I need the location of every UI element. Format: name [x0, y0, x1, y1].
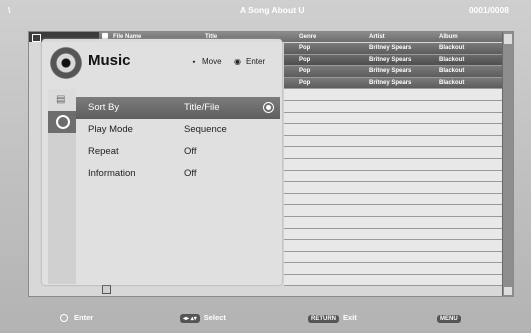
library-icon: ▤	[56, 94, 66, 105]
option-value: Title/File	[184, 102, 220, 113]
scroll-down-arrow-icon[interactable]	[504, 287, 512, 295]
table-row[interactable]	[284, 89, 503, 101]
row-genre: Pop	[299, 79, 311, 86]
table-row[interactable]	[284, 228, 503, 241]
table-row[interactable]	[284, 100, 503, 113]
menu-header: Music ⬩ Move ◉ Enter	[42, 39, 282, 87]
row-artist: Britney Spears	[369, 68, 412, 75]
header-album[interactable]: Album	[439, 34, 458, 40]
row-genre: Pop	[299, 56, 311, 63]
arrows-key-icon: ◂▸ ▴▾	[180, 314, 200, 323]
scroll-down-icon[interactable]	[102, 285, 111, 294]
footer-exit: RETURN Exit	[308, 313, 357, 323]
option-label: Repeat	[88, 146, 119, 157]
row-artist: Britney Spears	[369, 45, 412, 51]
table-row[interactable]	[284, 251, 503, 264]
top-bar: \ A Song About U 0001/0008	[0, 0, 531, 20]
menu-category-tabs: ▤	[48, 89, 76, 284]
screen: \ A Song About U 0001/0008 File Name Tit…	[0, 0, 531, 333]
menu-options: Sort By Title/File Play Mode Sequence Re…	[76, 97, 280, 185]
footer-enter-label: Enter	[74, 313, 94, 322]
table-row[interactable]: Pop Britney Spears Blackout	[284, 77, 503, 90]
option-sort-by[interactable]: Sort By Title/File	[76, 97, 280, 119]
table-row[interactable]	[284, 193, 503, 206]
track-rows: Pop Britney Spears Blackout Pop Britney …	[284, 43, 503, 287]
current-path: \	[8, 5, 11, 15]
scrollbar[interactable]	[502, 32, 513, 296]
option-play-mode[interactable]: Play Mode Sequence	[76, 119, 280, 141]
music-disc-icon	[50, 47, 82, 79]
footer-select: ◂▸ ▴▾ Select	[180, 313, 226, 323]
row-album: Blackout	[439, 68, 465, 75]
row-artist: Britney Spears	[369, 79, 412, 86]
option-repeat[interactable]: Repeat Off	[76, 141, 280, 163]
selected-radio-icon	[263, 102, 274, 113]
table-row[interactable]: Pop Britney Spears Blackout	[284, 66, 503, 78]
table-row[interactable]	[284, 263, 503, 275]
option-value: Sequence	[184, 124, 227, 135]
option-value: Off	[184, 146, 197, 157]
menu-title: Music	[88, 52, 131, 69]
row-artist: Britney Spears	[369, 56, 412, 63]
header-genre[interactable]: Genre	[299, 34, 316, 40]
row-genre: Pop	[299, 45, 311, 51]
track-counter: 0001/0008	[468, 5, 509, 15]
footer-hints: Enter ◂▸ ▴▾ Select RETURN Exit MENU	[0, 305, 531, 327]
scroll-up-arrow-icon[interactable]	[504, 34, 512, 44]
table-row[interactable]	[284, 147, 503, 159]
enter-button-icon: ◉	[234, 57, 241, 66]
move-hint: ⬩ Move	[189, 57, 222, 67]
table-row[interactable]	[284, 170, 503, 183]
table-row[interactable]: Pop Britney Spears Blackout	[284, 54, 503, 67]
option-information[interactable]: Information Off	[76, 163, 280, 185]
table-row[interactable]	[284, 124, 503, 136]
move-arrows-icon: ⬩	[192, 57, 196, 66]
footer-select-label: Select	[203, 313, 226, 322]
enter-label: Enter	[245, 57, 266, 66]
option-label: Sort By	[88, 102, 120, 113]
header-artist[interactable]: Artist	[369, 34, 385, 40]
table-row[interactable]	[284, 205, 503, 217]
row-album: Blackout	[439, 79, 465, 86]
option-value: Off	[184, 168, 197, 179]
option-label: Play Mode	[88, 124, 133, 135]
folder-icon	[32, 34, 41, 42]
tab-library[interactable]: ▤	[48, 89, 76, 111]
table-row[interactable]	[284, 240, 503, 252]
now-playing-title: A Song About U	[240, 5, 305, 15]
footer-exit-label: Exit	[343, 313, 357, 322]
option-label: Information	[88, 168, 136, 179]
table-row[interactable]	[284, 112, 503, 125]
row-album: Blackout	[439, 56, 465, 63]
table-row[interactable]	[284, 216, 503, 229]
music-icon	[56, 115, 70, 129]
table-row[interactable]	[284, 158, 503, 171]
table-row[interactable]: Pop Britney Spears Blackout	[284, 43, 503, 55]
table-row[interactable]	[284, 182, 503, 194]
move-label: Move	[202, 57, 222, 66]
table-row[interactable]	[284, 135, 503, 148]
return-key: RETURN	[308, 315, 339, 323]
menu-key: MENU	[437, 315, 461, 323]
tab-music[interactable]	[48, 111, 76, 133]
enter-button-icon	[60, 314, 68, 322]
table-row[interactable]	[284, 274, 503, 287]
row-genre: Pop	[299, 68, 311, 75]
options-menu: Music ⬩ Move ◉ Enter ▤ Sort By Title/File …	[42, 39, 282, 285]
footer-enter: Enter	[60, 313, 93, 322]
enter-hint: ◉ Enter	[234, 57, 265, 66]
footer-menu: MENU	[437, 313, 465, 323]
row-album: Blackout	[439, 45, 465, 51]
